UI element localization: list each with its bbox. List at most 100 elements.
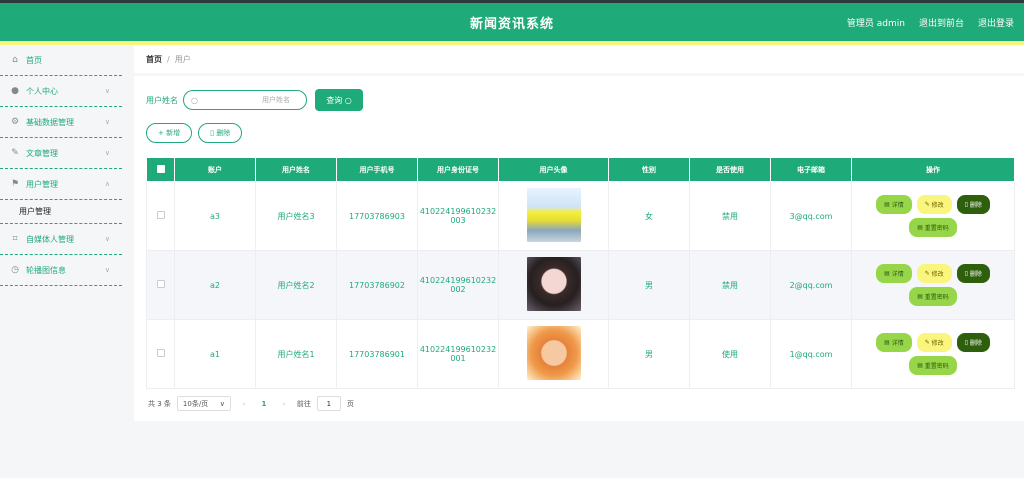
next-page-button[interactable]: › (277, 400, 291, 408)
detail-button[interactable]: ▤ 详情 (876, 195, 912, 214)
sidebar-subitem-user-management[interactable]: 用户管理 (0, 200, 122, 224)
breadcrumb-separator: / (167, 54, 170, 64)
chevron-down-icon: ∨ (104, 87, 110, 95)
logout-link[interactable]: 退出登录 (978, 16, 1014, 29)
idcard-line: 002 (450, 285, 466, 294)
breadcrumb-home[interactable]: 首页 (146, 54, 162, 65)
add-button[interactable]: + 新增 (146, 123, 193, 143)
account-cell: a1 (174, 319, 256, 389)
column-header: 电子邮箱 (770, 157, 852, 182)
goto-page-input[interactable]: 1 (316, 396, 341, 411)
query-button-label: 查询 (326, 95, 343, 105)
sidebar-item-personal-center[interactable]: ● 个人中心 ∨ (0, 76, 122, 107)
sidebar-item-label: 轮播图信息 (26, 265, 66, 275)
edit-button[interactable]: ✎ 修改 (916, 195, 952, 214)
search-placeholder: 用户姓名 (262, 96, 290, 104)
select-all-checkbox[interactable] (156, 164, 165, 173)
sidebar-item-label: 自媒体人管理 (26, 234, 74, 244)
row-delete-button[interactable]: ▯ 删除 (956, 195, 990, 214)
crop-icon: ⌗ (12, 234, 18, 244)
row-checkbox[interactable] (156, 349, 165, 357)
pagination: 共 3 条 10条/页 ∨ ‹ 1 › 前往 1 页 (148, 396, 354, 411)
select-all-header (146, 157, 175, 182)
sidebar-item-label: 用户管理 (26, 179, 58, 189)
idcard-line: 001 (450, 354, 466, 363)
search-icon: ○ (344, 95, 352, 105)
column-header: 用户手机号 (336, 157, 418, 182)
phone-cell: 17703786902 (336, 250, 418, 320)
sidebar-item-label: 文章管理 (26, 148, 58, 158)
exit-backend-link[interactable]: 退出到前台 (919, 16, 964, 29)
table-header-row: 账户 用户姓名 用户手机号 用户身份证号 用户头像 性别 是否使用 电子邮箱 操… (146, 157, 1015, 182)
avatar (526, 188, 581, 242)
column-header: 用户姓名 (255, 157, 337, 182)
breadcrumb: 首页 / 用户 (134, 45, 1024, 73)
row-select-cell (146, 319, 175, 389)
plus-icon: + (158, 129, 164, 137)
search-label: 用户姓名 (146, 95, 178, 105)
detail-button[interactable]: ▤ 详情 (876, 333, 912, 352)
row-checkbox[interactable] (156, 280, 165, 288)
reset-password-button[interactable]: ▤ 重置密码 (909, 356, 957, 375)
idcard-cell: 410224199610232 001 (417, 319, 499, 389)
delete-button[interactable]: ▯ 删除 (198, 123, 243, 143)
current-page[interactable]: 1 (257, 400, 271, 408)
delete-label: 删除 (969, 202, 982, 209)
reset-password-button[interactable]: ▤ 重置密码 (909, 287, 957, 306)
app-title: 新闻资讯系统 (469, 16, 554, 32)
sidebar-item-carousel[interactable]: ◷ 轮播图信息 ∨ (0, 255, 122, 286)
gender-cell: 男 (608, 319, 690, 389)
chevron-down-icon: ∨ (104, 149, 110, 157)
sidebar-item-label: 首页 (26, 55, 42, 65)
query-button[interactable]: 查询 ○ (315, 89, 363, 111)
sidebar-item-articles[interactable]: ✎ 文章管理 ∨ (0, 138, 122, 169)
column-header: 用户头像 (498, 157, 609, 182)
prev-page-button[interactable]: ‹ (237, 400, 251, 408)
edit-button[interactable]: ✎ 修改 (916, 333, 952, 352)
reset-label: 重置密码 (924, 225, 949, 232)
detail-label: 详情 (891, 340, 904, 347)
table-row: a3 用户姓名3 17703786903 410224199610232 003 … (146, 181, 1015, 251)
email-cell: 3@qq.com (770, 181, 852, 251)
delete-label: 删除 (969, 340, 982, 347)
sidebar: ⌂ 首页 ● 个人中心 ∨ ⚙ 基础数据管理 ∨ ✎ 文章管理 ∨ ⚑ 用户管理… (0, 45, 122, 478)
sidebar-item-label: 基础数据管理 (26, 117, 74, 127)
page-size-value: 10条/页 (182, 399, 209, 408)
user-table: 账户 用户姓名 用户手机号 用户身份证号 用户头像 性别 是否使用 电子邮箱 操… (146, 157, 1015, 389)
content-panel: 用户姓名 ○ 用户姓名 查询 ○ + 新增 ▯ 删除 账户 用户姓名 用户手机号… (134, 76, 1024, 421)
trash-icon: ▯ (210, 129, 214, 137)
row-delete-button[interactable]: ▯ 删除 (956, 264, 990, 283)
reset-label: 重置密码 (924, 363, 949, 370)
gender-cell: 女 (608, 181, 690, 251)
phone-cell: 17703786903 (336, 181, 418, 251)
add-button-label: 新增 (166, 129, 181, 137)
name-cell: 用户姓名1 (255, 319, 337, 389)
row-checkbox[interactable] (156, 211, 165, 219)
sidebar-item-home[interactable]: ⌂ 首页 (0, 45, 122, 76)
column-header: 性别 (608, 157, 690, 182)
idcard-line: 410224199610232 (419, 207, 497, 216)
chevron-down-icon: ∨ (219, 399, 225, 408)
edit-icon: ✎ (11, 148, 19, 158)
page-size-select[interactable]: 10条/页 ∨ (176, 396, 231, 411)
email-cell: 2@qq.com (770, 250, 852, 320)
reset-label: 重置密码 (924, 294, 949, 301)
sidebar-item-users[interactable]: ⚑ 用户管理 ∧ (0, 169, 122, 200)
avatar (526, 257, 581, 311)
edit-button[interactable]: ✎ 修改 (916, 264, 952, 283)
sidebar-item-basic-data[interactable]: ⚙ 基础数据管理 ∨ (0, 107, 122, 138)
detail-button[interactable]: ▤ 详情 (876, 264, 912, 283)
email-cell: 1@qq.com (770, 319, 852, 389)
reset-password-button[interactable]: ▤ 重置密码 (909, 218, 957, 237)
account-cell: a2 (174, 250, 256, 320)
row-delete-button[interactable]: ▯ 删除 (956, 333, 990, 352)
home-icon: ⌂ (12, 55, 18, 65)
actions-cell: ▤ 详情 ✎ 修改 ▯ 删除 ▤ 重置密码 (851, 319, 1015, 389)
column-header: 操作 (851, 157, 1015, 182)
gender-cell: 男 (608, 250, 690, 320)
chevron-down-icon: ∨ (104, 118, 110, 126)
edit-label: 修改 (931, 202, 944, 209)
total-count: 共 3 条 (148, 399, 171, 408)
search-input[interactable]: ○ 用户姓名 (183, 90, 307, 110)
sidebar-item-media[interactable]: ⌗ 自媒体人管理 ∨ (0, 224, 122, 255)
